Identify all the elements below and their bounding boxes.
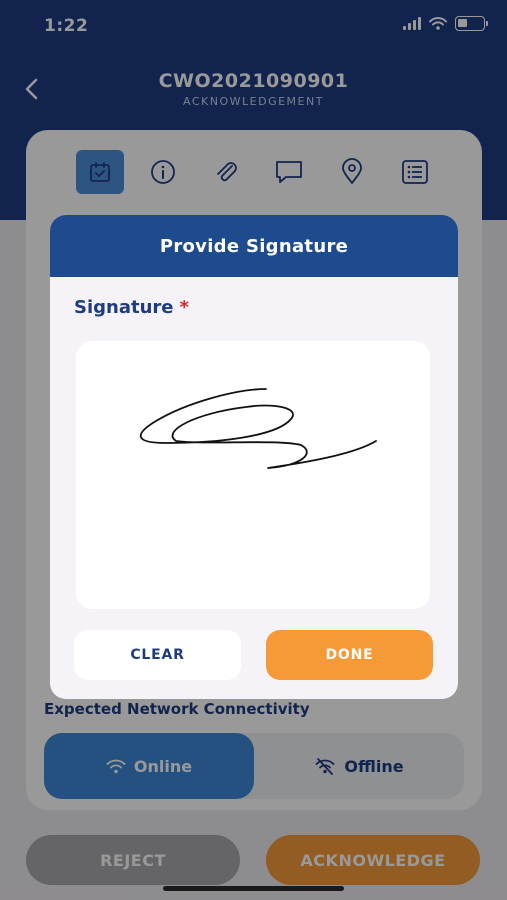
dialog-title: Provide Signature xyxy=(50,215,458,277)
signature-pad[interactable] xyxy=(76,341,430,609)
signature-stroke xyxy=(139,388,377,469)
signature-label: Signature * xyxy=(74,297,189,318)
clear-button[interactable]: CLEAR xyxy=(74,630,241,680)
done-button[interactable]: DONE xyxy=(266,630,433,680)
signature-dialog: Provide Signature Signature * CLEAR DONE xyxy=(50,215,458,699)
required-marker: * xyxy=(179,297,189,318)
signature-label-text: Signature xyxy=(74,297,174,318)
home-indicator xyxy=(163,886,344,891)
